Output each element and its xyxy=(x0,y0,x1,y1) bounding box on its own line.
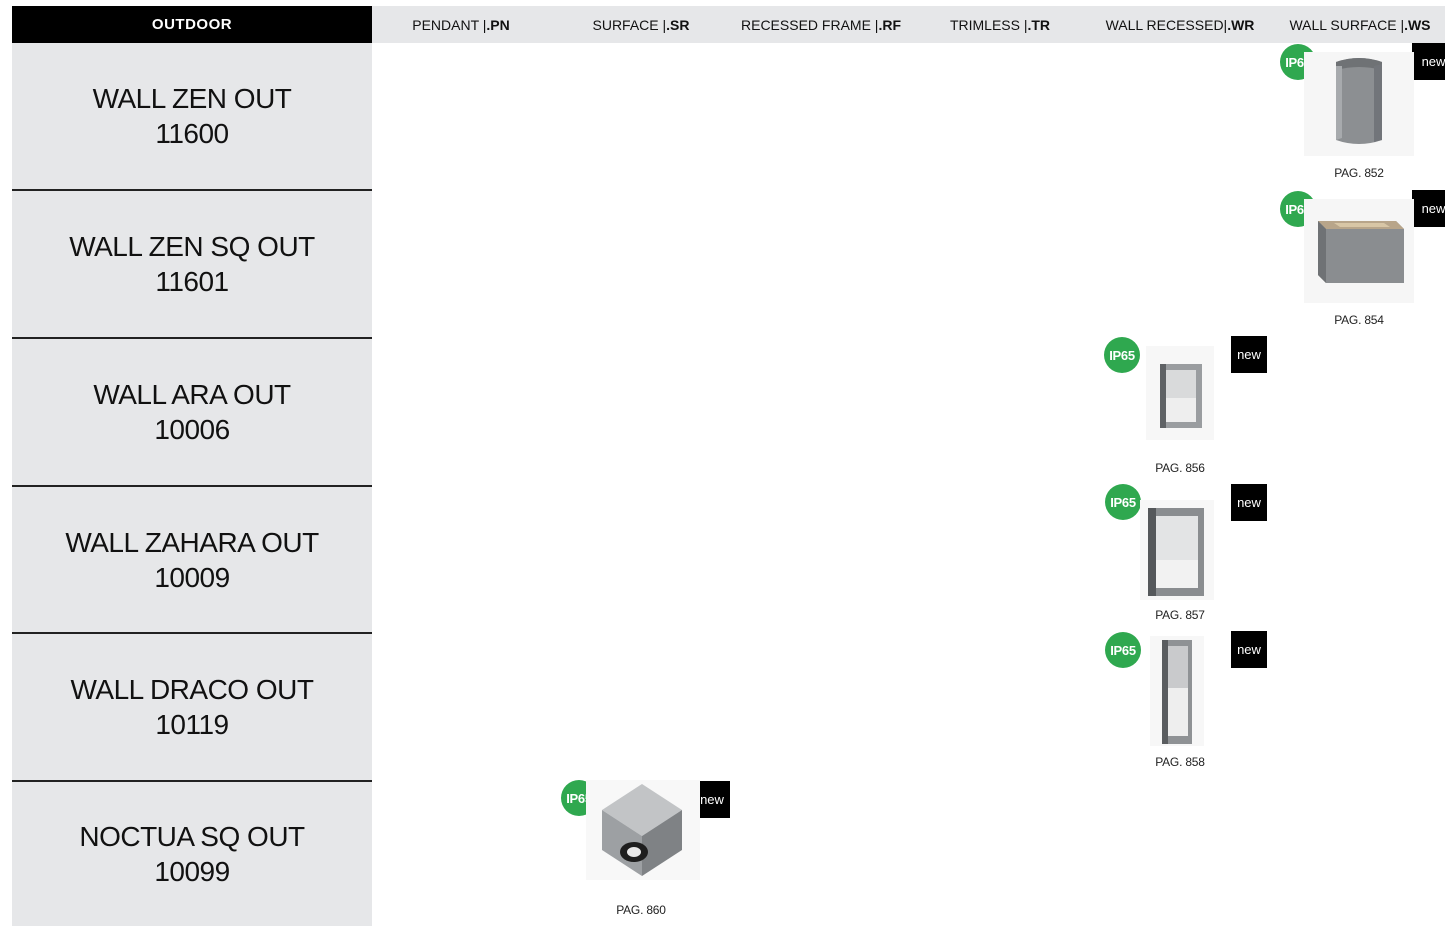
page-reference: PAG. 854 xyxy=(1334,313,1384,327)
new-badge: new xyxy=(1231,484,1267,521)
product-row-label: WALL ZEN SQ OUT 11601 xyxy=(12,191,372,337)
ip65-badge: IP65 xyxy=(1105,632,1141,668)
square-wall-light-icon[interactable] xyxy=(1304,199,1414,303)
product-name: NOCTUA SQ OUT xyxy=(79,821,305,852)
page-reference: PAG. 856 xyxy=(1155,461,1205,475)
product-row-label: WALL ZEN OUT 11600 xyxy=(12,43,372,189)
product-name: WALL ARA OUT xyxy=(93,379,291,410)
product-row-label: WALL DRACO OUT 10119 xyxy=(12,634,372,780)
product-code: 11600 xyxy=(155,118,229,149)
recessed-wall-light-icon[interactable] xyxy=(1146,346,1214,440)
product-name: WALL ZEN OUT xyxy=(92,83,292,114)
product-row-label: WALL ZAHARA OUT 10009 xyxy=(12,487,372,633)
new-badge: new xyxy=(1412,190,1445,227)
product-code: 11601 xyxy=(155,266,229,297)
column-header-wall-surface: WALL SURFACE | .WS xyxy=(1289,16,1431,33)
new-badge: new xyxy=(1412,43,1445,80)
product-code: 10006 xyxy=(154,414,230,445)
product-code: 10119 xyxy=(155,709,229,740)
ip65-badge: IP65 xyxy=(1104,337,1140,373)
column-header-trimless: TRIMLESS | .TR xyxy=(949,16,1051,33)
page-reference: PAG. 860 xyxy=(616,903,666,917)
column-header-recessed-frame: RECESSED FRAME | .RF xyxy=(741,16,901,33)
product-row-label: NOCTUA SQ OUT 10099 xyxy=(12,782,372,926)
ip65-badge: IP65 xyxy=(1105,484,1141,520)
product-row-label: WALL ARA OUT 10006 xyxy=(12,339,372,485)
recessed-wall-light-icon[interactable] xyxy=(1150,636,1204,746)
product-name: WALL ZAHARA OUT xyxy=(65,527,319,558)
product-code: 10099 xyxy=(154,856,230,887)
product-name: WALL DRACO OUT xyxy=(70,674,314,705)
cylinder-wall-light-icon[interactable] xyxy=(1304,52,1414,156)
column-header-surface: SURFACE | .SR xyxy=(592,16,690,33)
page-reference: PAG. 857 xyxy=(1155,608,1205,622)
product-name: WALL ZEN SQ OUT xyxy=(69,231,315,262)
surface-cube-spotlight-icon[interactable] xyxy=(586,780,700,880)
column-header-pendant: PENDANT | .PN xyxy=(412,16,510,33)
page-reference: PAG. 852 xyxy=(1334,166,1384,180)
section-title: OUTDOOR xyxy=(12,6,372,43)
column-header-wall-recessed: WALL RECESSED| .WR xyxy=(1105,16,1255,33)
recessed-wall-light-icon[interactable] xyxy=(1140,500,1214,600)
new-badge: new xyxy=(1231,336,1267,373)
product-code: 10009 xyxy=(154,562,230,593)
new-badge: new xyxy=(1231,631,1267,668)
page-reference: PAG. 858 xyxy=(1155,755,1205,769)
